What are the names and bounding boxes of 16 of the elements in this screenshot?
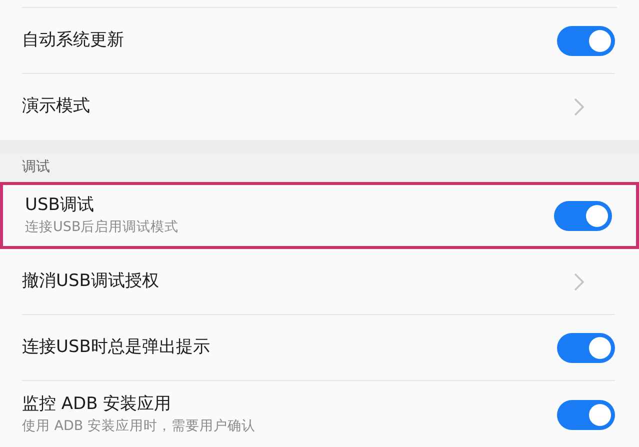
toggle-switch[interactable] — [557, 26, 615, 56]
chevron-right-icon — [573, 97, 585, 117]
chevron-right-icon — [573, 272, 585, 292]
setting-title: 监控 ADB 安装应用 — [22, 394, 172, 416]
setting-title: 连接USB时总是弹出提示 — [22, 336, 211, 358]
setting-title: USB调试 — [25, 194, 95, 216]
section-header: 调试 — [22, 158, 50, 177]
setting-title: 自动系统更新 — [22, 30, 125, 52]
setting-description: 使用 ADB 安装应用时，需要用户确认 — [22, 418, 256, 436]
settings-row[interactable]: USB调试 连接USB后启用调试模式 — [0, 182, 639, 249]
toggle-switch[interactable] — [554, 200, 612, 230]
toggle-switch[interactable] — [557, 332, 615, 362]
setting-title: 演示模式 — [22, 96, 91, 118]
toggle-switch[interactable] — [557, 400, 615, 430]
setting-title: 撤消USB调试授权 — [22, 270, 160, 292]
setting-description: 连接USB后启用调试模式 — [25, 219, 180, 236]
